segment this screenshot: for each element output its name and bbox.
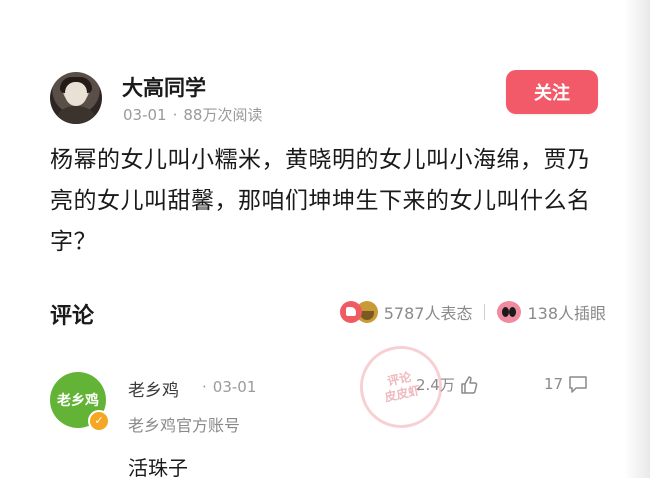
view-count: 88万次阅读 (183, 106, 263, 124)
comments-header: 评论 5787人表态 138人插眼 (50, 294, 606, 334)
comment-date-wrap: · 03-01 (202, 378, 257, 396)
post-header: 大高同学 03-01 · 88万次阅读 关注 (50, 68, 606, 128)
verified-badge-icon: ✓ (88, 410, 110, 432)
comment-text: 活珠子 (128, 456, 188, 480)
author-avatar[interactable] (50, 72, 102, 124)
commenter-avatar-text: 老乡鸡 (57, 393, 99, 409)
follow-button[interactable]: 关注 (506, 70, 598, 114)
comment-reply-button[interactable]: 17 (544, 374, 589, 394)
comment-reply-count: 17 (544, 375, 564, 393)
reply-bubble-icon (569, 376, 587, 393)
divider (484, 304, 486, 320)
page-edge-shadow (624, 0, 650, 478)
thumbs-up-icon (461, 375, 478, 394)
eyes-count[interactable]: 138人插眼 (527, 300, 606, 324)
commenter-subtitle: 老乡鸡官方账号 (128, 416, 241, 435)
comment-date: 03-01 (212, 378, 257, 396)
reactions-button[interactable] (339, 301, 378, 323)
post-date: 03-01 (123, 106, 167, 124)
reactions-bar: 5787人表态 138人插眼 (339, 300, 606, 324)
author-name[interactable]: 大高同学 (122, 72, 206, 102)
reactions-count[interactable]: 5787人表态 (384, 300, 473, 324)
post-meta: 03-01 · 88万次阅读 (123, 106, 263, 124)
eyes-icon[interactable] (497, 301, 522, 323)
like-reaction-icon (339, 301, 362, 323)
comment-like-count: 2.4万 (416, 376, 455, 394)
post-text: 杨幂的女儿叫小糯米，黄晓明的女儿叫小海绵，贾乃亮的女儿叫甜馨，那咱们坤坤生下来的… (50, 147, 591, 255)
comments-title: 评论 (50, 304, 95, 329)
comment-item: 老乡鸡 ✓ 老乡鸡 · 03-01 老乡鸡官方账号 活珠子 2.4万 17 (50, 372, 606, 480)
commenter-name[interactable]: 老乡鸡 (128, 376, 179, 401)
commenter-avatar[interactable]: 老乡鸡 ✓ (50, 372, 110, 432)
comment-like-button[interactable]: 2.4万 (416, 374, 479, 395)
